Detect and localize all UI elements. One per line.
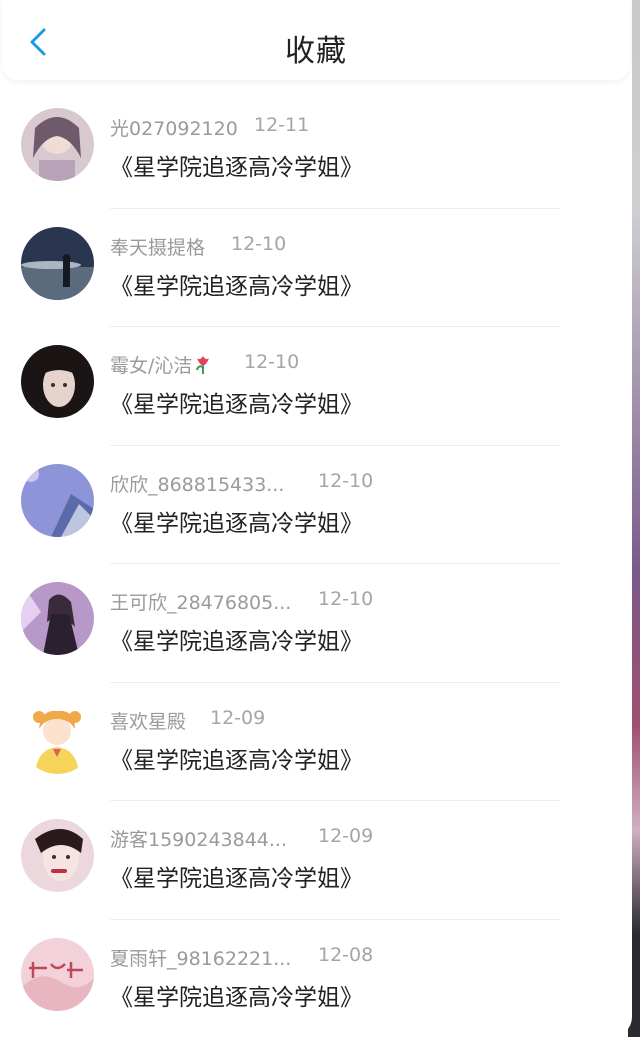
user-name: 夏雨轩_98162221... <box>110 947 292 970</box>
list-item[interactable]: 欣欣_868815433... 12-10 《星学院追逐高冷学姐》 <box>0 446 632 564</box>
user-name: 光027092120 <box>110 118 238 140</box>
list-item[interactable]: 王可欣_28476805... 12-10 《星学院追逐高冷学姐》 <box>0 564 632 683</box>
favorites-list: 光027092120 12-11 《星学院追逐高冷学姐》 奉天摄提格 12-10… <box>0 90 632 1037</box>
user-name: 王可欣_28476805... <box>110 592 292 614</box>
book-title[interactable]: 《星学院追逐高冷学姐》 <box>110 859 363 893</box>
date: 12-10 <box>231 232 287 255</box>
date: 12-09 <box>318 825 374 847</box>
page-title: 收藏 <box>285 34 347 69</box>
avatar[interactable] <box>21 700 94 774</box>
list-item[interactable]: 喜欢星殿 12-09 《星学院追逐高冷学姐》 <box>0 683 632 801</box>
user-name: 欣欣_868815433... <box>110 473 285 496</box>
date: 12-09 <box>210 706 266 729</box>
book-title[interactable]: 《星学院追逐高冷学姐》 <box>110 148 363 182</box>
list-item[interactable]: 夏雨轩_98162221... 12-08 《星学院追逐高冷学姐》 <box>0 920 632 1037</box>
list-item[interactable]: 奉天摄提格 12-10 《星学院追逐高冷学姐》 <box>0 209 632 327</box>
list-item[interactable]: 霉女/沁洁 12-10 《星学院追逐高冷学姐》 <box>0 327 632 446</box>
book-title[interactable]: 《星学院追逐高冷学姐》 <box>110 385 363 419</box>
user-name: 奉天摄提格 <box>110 236 206 259</box>
user-name: 喜欢星殿 <box>110 710 187 733</box>
book-title[interactable]: 《星学院追逐高冷学姐》 <box>110 267 363 301</box>
avatar[interactable] <box>21 819 94 892</box>
date: 12-08 <box>318 943 374 966</box>
user-name: 游客1590243844... <box>110 829 288 851</box>
tulip-icon <box>196 356 210 374</box>
avatar[interactable] <box>21 463 94 537</box>
date: 12-11 <box>254 114 310 136</box>
favorites-panel: 收藏 光027092120 12-11 《星学院追逐高冷学姐》 奉天摄提格 12… <box>0 0 632 1037</box>
avatar[interactable] <box>21 937 94 1011</box>
book-title[interactable]: 《星学院追逐高冷学姐》 <box>110 741 363 775</box>
header: 收藏 <box>2 0 630 80</box>
date: 12-10 <box>244 351 300 373</box>
avatar[interactable] <box>21 345 94 418</box>
book-title[interactable]: 《星学院追逐高冷学姐》 <box>110 504 363 538</box>
date: 12-10 <box>318 469 374 492</box>
avatar[interactable] <box>21 108 94 181</box>
avatar[interactable] <box>21 226 94 300</box>
date: 12-10 <box>318 588 374 610</box>
book-title[interactable]: 《星学院追逐高冷学姐》 <box>110 978 363 1012</box>
list-item[interactable]: 游客1590243844... 12-09 《星学院追逐高冷学姐》 <box>0 801 632 920</box>
list-item[interactable]: 光027092120 12-11 《星学院追逐高冷学姐》 <box>0 90 632 209</box>
avatar[interactable] <box>21 582 94 655</box>
book-title[interactable]: 《星学院追逐高冷学姐》 <box>110 622 363 656</box>
user-name: 霉女/沁洁 <box>110 351 212 378</box>
